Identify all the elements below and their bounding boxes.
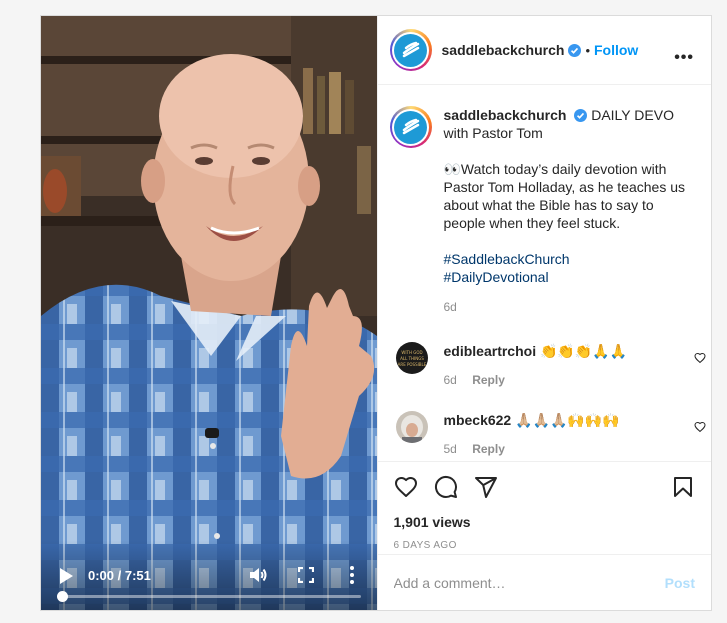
comment-composer: Post bbox=[377, 554, 711, 610]
hashtag-link[interactable]: #DailyDevotional bbox=[444, 268, 700, 286]
verified-badge-icon bbox=[574, 109, 588, 122]
comment-text: 👏👏👏🙏🙏 bbox=[539, 343, 628, 359]
view-count[interactable]: 1,901 views bbox=[394, 514, 696, 530]
svg-text:ARE POSSIBLE: ARE POSSIBLE bbox=[397, 362, 426, 367]
bookmark-icon[interactable] bbox=[671, 475, 695, 499]
hashtag-list: #SaddlebackChurch #DailyDevotional bbox=[444, 250, 700, 286]
reply-button[interactable]: Reply bbox=[472, 373, 505, 387]
caption-age: 6d bbox=[443, 300, 457, 314]
reply-button[interactable]: Reply bbox=[472, 442, 505, 456]
svg-text:WITH GOD: WITH GOD bbox=[401, 350, 422, 355]
verified-badge-icon bbox=[568, 43, 582, 57]
caption-text: 👀Watch today’s daily devotion with Pasto… bbox=[443, 161, 686, 231]
header-username[interactable]: saddlebackchurch bbox=[442, 42, 565, 58]
video-frame bbox=[41, 16, 377, 610]
post-details-panel: saddlebackchurch • Follow ••• saddleback… bbox=[376, 16, 711, 610]
comment-icon[interactable] bbox=[434, 475, 458, 499]
video-player[interactable]: 0:00 / 7:51 bbox=[41, 16, 377, 610]
caption-avatar[interactable] bbox=[389, 106, 432, 148]
comment-username[interactable]: mbeck622 bbox=[444, 412, 512, 428]
post-actions: 1,901 views 6 DAYS AGO bbox=[377, 461, 711, 551]
comment-age: 5d bbox=[443, 442, 457, 456]
video-progress-bar[interactable] bbox=[57, 591, 361, 602]
post-date: 6 DAYS AGO bbox=[393, 540, 457, 551]
progress-thumb[interactable] bbox=[57, 591, 68, 602]
follow-button[interactable]: Follow bbox=[594, 42, 638, 58]
comment-item: WITH GOD ALL THINGS ARE POSSIBLE edibleart… bbox=[395, 342, 706, 389]
separator-dot: • bbox=[585, 42, 590, 58]
saddleback-logo-icon bbox=[394, 110, 427, 144]
like-comment-heart-icon[interactable] bbox=[693, 352, 706, 364]
more-vertical-icon[interactable] bbox=[349, 565, 355, 585]
hashtag-link[interactable]: #SaddlebackChurch bbox=[444, 250, 700, 268]
caption-username[interactable]: saddlebackchurch bbox=[444, 107, 567, 123]
like-heart-icon[interactable] bbox=[394, 475, 418, 499]
post-comment-button[interactable]: Post bbox=[665, 575, 695, 591]
comment-item: mbeck622 🙏🏼🙏🏼🙏🏼🙌🙌🙌 5d Reply bbox=[395, 411, 706, 458]
more-options-icon[interactable]: ••• bbox=[674, 49, 694, 67]
saddleback-logo-icon bbox=[394, 33, 427, 67]
post-header: saddlebackchurch • Follow ••• bbox=[377, 16, 711, 85]
svg-text:ALL THINGS: ALL THINGS bbox=[400, 356, 424, 361]
comment-input[interactable] bbox=[393, 574, 665, 591]
share-icon[interactable] bbox=[474, 475, 498, 499]
like-comment-heart-icon[interactable] bbox=[693, 421, 706, 433]
comment-username[interactable]: edibleartrchoi bbox=[444, 343, 537, 359]
video-time: 0:00 / 7:51 bbox=[88, 568, 151, 583]
comment-age: 6d bbox=[443, 373, 457, 387]
comment-text: 🙏🏼🙏🏼🙏🏼🙌🙌🙌 bbox=[515, 412, 620, 428]
volume-icon[interactable] bbox=[248, 565, 268, 585]
instagram-post: 0:00 / 7:51 saddlebackchurch • Follow ••… bbox=[40, 15, 712, 611]
commenter-avatar[interactable]: WITH GOD ALL THINGS ARE POSSIBLE bbox=[395, 342, 428, 374]
post-caption: saddlebackchurch DAILY DEVO with Pastor … bbox=[389, 106, 700, 316]
commenter-avatar[interactable] bbox=[395, 411, 428, 443]
avatar[interactable] bbox=[389, 29, 432, 71]
fullscreen-icon[interactable] bbox=[298, 567, 314, 583]
play-icon[interactable] bbox=[58, 567, 74, 585]
video-controls: 0:00 / 7:51 bbox=[41, 540, 377, 610]
